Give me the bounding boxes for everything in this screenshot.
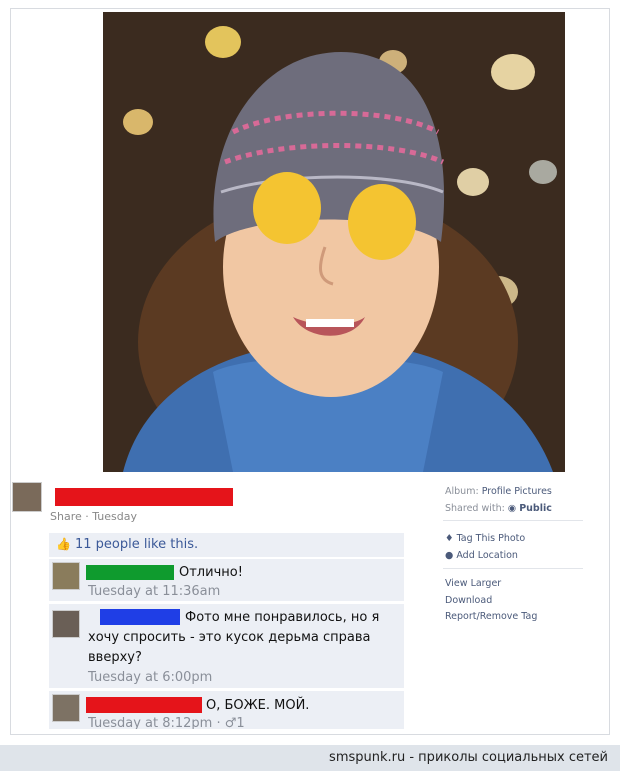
comment-2-avatar[interactable] — [52, 610, 80, 638]
shared-value[interactable]: Public — [519, 503, 552, 514]
view-larger-link[interactable]: View Larger — [445, 578, 501, 589]
sidebar-divider — [443, 520, 583, 521]
thumbs-up-icon: 👍 — [56, 537, 71, 551]
shared-label: Shared with: — [445, 503, 505, 514]
album-label: Album: — [445, 486, 479, 497]
comment-2-text-line2: хочу спросить - это кусок дерьма справа — [88, 630, 371, 645]
share-line: Share · Tuesday — [50, 510, 137, 523]
tag-photo-label: Tag This Photo — [456, 533, 526, 544]
comment-3-time[interactable]: Tuesday at 8:12pm · ♂1 — [88, 716, 245, 729]
comment-3-avatar[interactable] — [52, 694, 80, 722]
sidebar-divider-2 — [443, 568, 583, 569]
footer-caption: smspunk.ru - приколы социальных сетей — [329, 750, 608, 765]
globe-icon: ◉ — [507, 503, 517, 514]
tag-photo-link[interactable]: ♦ Tag This Photo — [445, 533, 525, 544]
comment-2-text-line3: вверху? — [88, 650, 142, 665]
add-location-label: Add Location — [456, 550, 518, 561]
shared-line: Shared with: ◉ Public — [445, 503, 552, 514]
poster-name-redacted — [55, 488, 233, 506]
likes-line[interactable]: 👍 11 people like this. — [56, 537, 198, 552]
comment-1-avatar[interactable] — [52, 562, 80, 590]
poster-avatar[interactable] — [12, 482, 42, 512]
post-photo[interactable] — [103, 12, 565, 472]
comment-2-author-redacted — [100, 609, 180, 625]
comment-2-time[interactable]: Tuesday at 6:00pm — [88, 670, 212, 685]
comment-2-text-line1: Фото мне понравилось, но я — [185, 610, 380, 625]
add-location-link[interactable]: ● Add Location — [445, 550, 518, 561]
comment-1-time[interactable]: Tuesday at 11:36am — [88, 584, 220, 599]
likes-text: 11 people like this. — [74, 537, 199, 552]
report-tag-link[interactable]: Report/Remove Tag — [445, 611, 537, 622]
comment-3-author-redacted — [86, 697, 202, 713]
album-link[interactable]: Profile Pictures — [482, 486, 552, 497]
footer-bar: smspunk.ru - приколы социальных сетей — [0, 745, 620, 771]
comment-3-text: О, БОЖЕ. МОЙ. — [206, 698, 310, 713]
album-line: Album: Profile Pictures — [445, 486, 552, 497]
comment-1-author-redacted — [86, 565, 174, 580]
download-link[interactable]: Download — [445, 595, 492, 606]
tag-icon: ♦ — [445, 533, 454, 544]
selfie-illustration — [103, 12, 565, 472]
location-pin-icon: ● — [445, 550, 454, 561]
comment-1-text: Отлично! — [179, 565, 243, 580]
